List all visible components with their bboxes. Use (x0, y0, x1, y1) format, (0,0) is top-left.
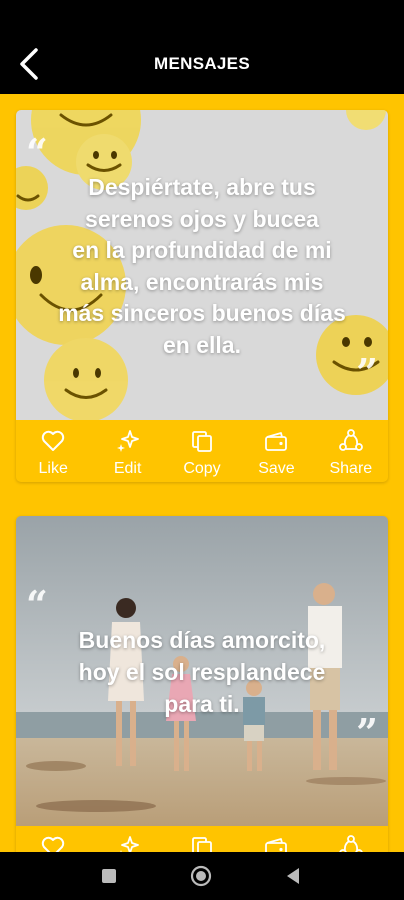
open-quote-icon: “ (26, 130, 48, 175)
message-text: Buenos días amorcito, hoy el sol resplan… (30, 624, 374, 720)
message-text: Despiértate, abre tus serenos ojos y buc… (30, 172, 374, 361)
app-bar: MENSAJES (0, 0, 404, 94)
message-line: para ti. (164, 691, 240, 717)
edit-button[interactable]: Edit (90, 826, 164, 852)
like-label: Like (38, 460, 68, 477)
message-line: en ella. (163, 331, 241, 358)
message-line: Buenos días amorcito, (78, 627, 326, 653)
message-line: más sinceros buenos días (58, 300, 346, 326)
share-icon (338, 429, 363, 451)
sparkle-icon (119, 836, 139, 852)
share-button[interactable]: Share (314, 420, 388, 482)
like-button[interactable]: Like (16, 826, 90, 852)
edit-label: Edit (113, 460, 142, 477)
message-card: “ Buenos días amorcito, hoy el sol respl… (16, 516, 388, 852)
message-line: Despiértate, abre tus (88, 174, 316, 200)
share-label: Share (329, 460, 373, 477)
copy-label: Copy (183, 460, 221, 477)
wallet-icon (265, 838, 288, 852)
smiley-faces-background: “ Despiértate, abre tus serenos ojos y b… (16, 110, 388, 420)
copy-button[interactable]: Copy (165, 420, 239, 482)
home-icon[interactable] (189, 864, 213, 888)
message-card: “ Despiértate, abre tus serenos ojos y b… (16, 110, 388, 482)
like-button[interactable]: Like (16, 420, 90, 482)
wallet-icon (265, 432, 288, 451)
message-line: serenos ojos y bucea (85, 205, 319, 232)
edit-button[interactable]: Edit (90, 420, 164, 482)
close-quote-icon: ” (356, 710, 378, 755)
recent-apps-icon[interactable] (97, 864, 121, 888)
sparkle-icon (116, 430, 139, 452)
page-title: MENSAJES (154, 54, 250, 73)
family-on-beach-photo: “ Buenos días amorcito, hoy el sol respl… (16, 516, 388, 826)
copy-button[interactable]: Copy (165, 826, 239, 852)
message-line: en la profundidad de mi (72, 237, 332, 263)
message-line: alma, encontrarás mis (80, 268, 324, 295)
close-quote-icon: ” (356, 350, 378, 395)
save-label: Save (258, 460, 295, 477)
save-button[interactable]: Save (239, 826, 313, 852)
heart-icon (42, 836, 65, 852)
card-actions: Like Edit Copy Save Share (16, 420, 388, 482)
back-icon[interactable] (282, 864, 306, 888)
message-line: hoy el sol resplandece (78, 659, 326, 685)
share-icon (339, 835, 363, 852)
copy-icon (192, 431, 212, 452)
open-quote-icon: “ (26, 582, 48, 627)
messages-list[interactable]: “ Despiértate, abre tus serenos ojos y b… (0, 94, 404, 852)
card-actions: Like Edit Copy Save Share (16, 826, 388, 852)
share-button[interactable]: Share (314, 826, 388, 852)
save-button[interactable]: Save (239, 420, 313, 482)
heart-icon (42, 430, 65, 451)
copy-icon (192, 837, 212, 852)
system-nav-bar (0, 852, 404, 900)
